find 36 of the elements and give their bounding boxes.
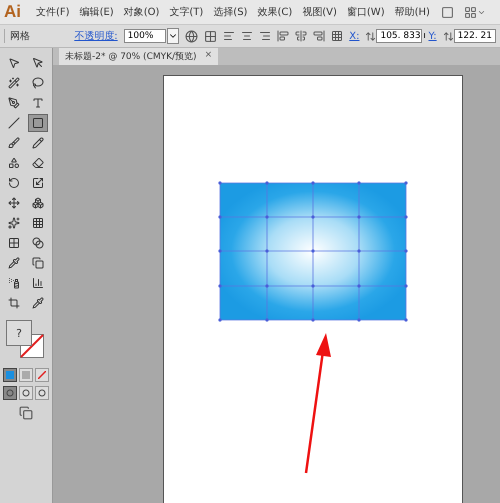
y-label[interactable]: Y: [428,30,437,42]
document-tab[interactable]: 未标题-2* @ 70% (CMYK/预览) × [59,48,218,65]
app-logo: Ai [4,2,21,22]
menu-item[interactable]: 编辑(E) [76,3,117,21]
align-bottom-icon[interactable] [313,30,326,42]
fill-swatch[interactable]: ? [6,320,32,346]
rectangle-icon[interactable] [28,114,48,132]
dropdown-button[interactable] [166,28,180,44]
opacity-link[interactable]: 不透明度: [74,29,118,43]
x-field[interactable]: 105. 833 ı [376,29,422,43]
globe-icon[interactable] [185,30,198,42]
menu-item[interactable]: 视图(V) [299,3,340,21]
menu-item[interactable]: 帮助(H) [392,3,433,21]
menu-item[interactable]: 选择(S) [210,3,250,21]
menu-item[interactable]: 对象(O) [120,3,162,21]
menu-item[interactable]: 文件(F) [33,3,73,21]
align-left-icon[interactable] [223,30,236,42]
stepper-icon[interactable] [365,30,376,42]
selection-label: 网格 [4,29,68,43]
draw-mode-icon[interactable] [19,386,33,400]
opacity-field[interactable]: 100% [124,29,166,43]
stepper-icon[interactable] [442,30,454,42]
align-middle-icon[interactable] [295,30,308,42]
color-mode-icon[interactable] [3,368,17,382]
menu-item[interactable]: 窗口(W) [344,3,388,21]
menu-item[interactable]: 文字(T) [166,3,206,21]
workspace-icon[interactable] [464,6,486,18]
x-label[interactable]: X: [349,30,360,42]
close-icon[interactable]: × [204,50,212,63]
y-field[interactable]: 122. 21 [454,29,496,43]
align-top-icon[interactable] [277,30,290,42]
none-mode-icon[interactable] [35,368,49,382]
menu-item[interactable]: 效果(C) [254,3,296,21]
align-center-icon[interactable] [241,30,254,42]
align-right-icon[interactable] [259,30,272,42]
draw-mode-icon[interactable] [35,386,49,400]
